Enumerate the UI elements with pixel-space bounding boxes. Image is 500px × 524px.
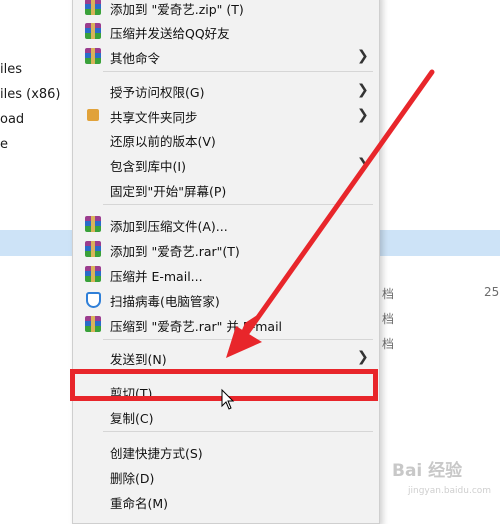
- mouse-cursor-icon: [221, 388, 235, 410]
- red-arrow: [226, 69, 435, 358]
- baidu-watermark: Bai 经验: [392, 461, 463, 481]
- baidu-watermark-url: jingyan.baidu.com: [408, 486, 492, 496]
- annotation-overlay: [221, 69, 435, 410]
